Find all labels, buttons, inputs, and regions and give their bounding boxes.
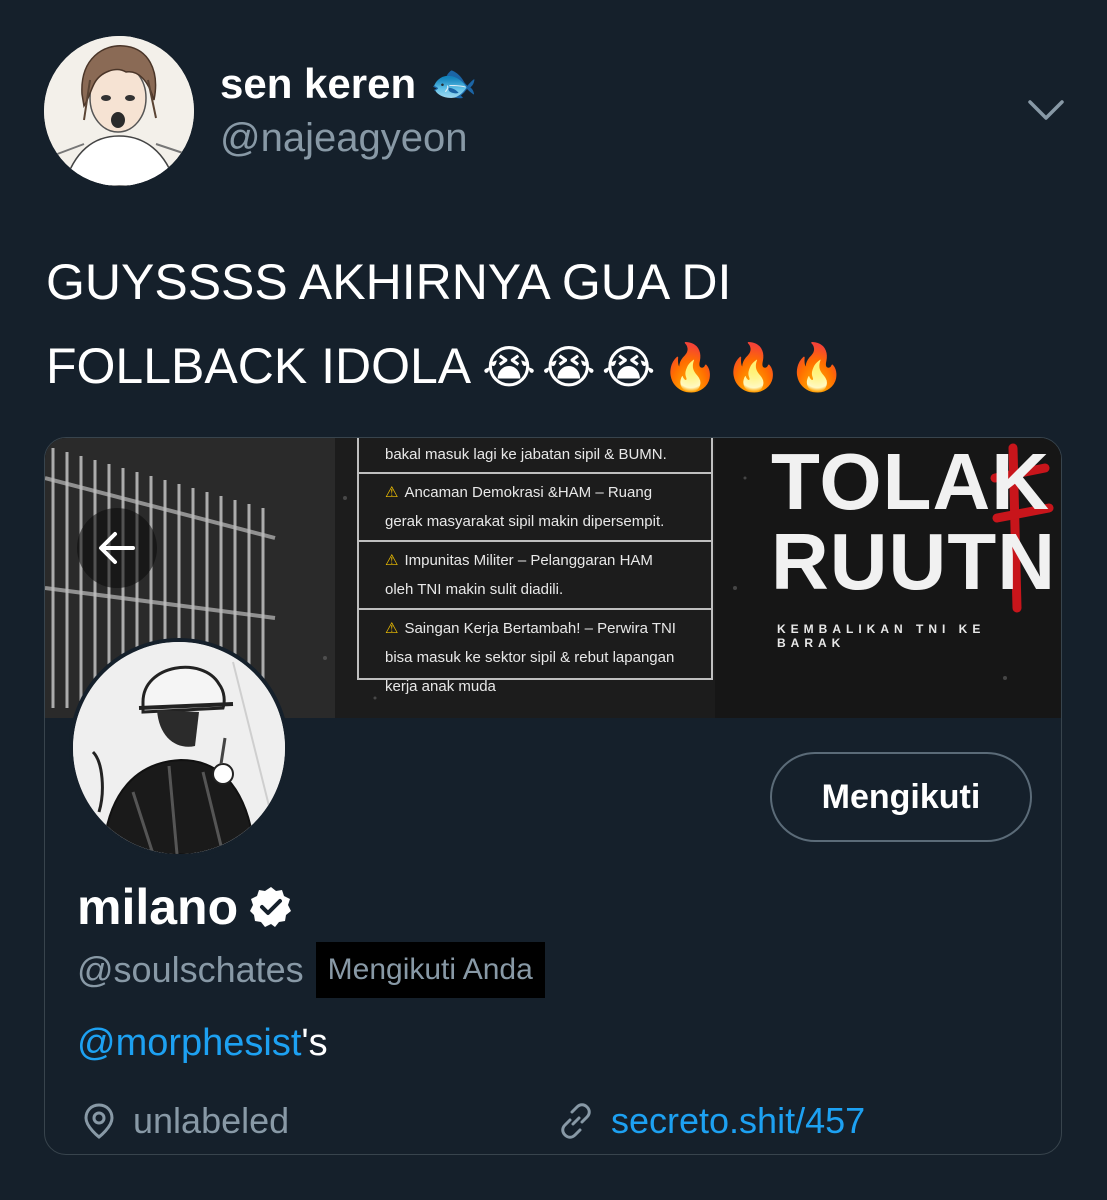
banner-title-line-1: TOLAK [771,438,1051,526]
author-name-text: sen keren [220,60,417,107]
tweet-text-line-1: GUYSSSS AKHIRNYA GUA DI [46,254,732,310]
banner-notice-item: ⚠ Saingan Kerja Bertambah! – Perwira TNI … [359,610,711,705]
profile-card[interactable]: bakal masuk lagi ke jabatan sipil & BUMN… [44,437,1062,1155]
location-pin-icon [84,1103,114,1139]
banner-notice-item: ⚠ Impunitas Militer – Pelanggaran HAM ole… [359,542,711,610]
tweet-emojis: 😭😭😭🔥🔥🔥 [482,341,852,393]
profile-website[interactable]: secreto.shit/457 [555,1100,865,1142]
following-button[interactable]: Mengikuti [770,752,1032,842]
banner-notice-line: bisa masuk ke sektor sipil & rebut lapan… [385,649,675,666]
author-handle[interactable]: @najeagyeon [220,116,467,161]
banner-notice-line: gerak masyarakat sipil makin dipersempit… [385,513,665,530]
profile-name-text: milano [77,879,239,935]
tweet-text-line-2: FOLLBACK IDOLA 😭😭😭🔥🔥🔥 [46,324,1056,409]
banner-subtitle: KEMBALIKAN TNI KE BARAK [777,622,986,650]
back-arrow-icon [99,532,135,564]
profile-name: milano [77,878,294,936]
link-icon [561,1103,591,1139]
banner-notice-text: Ancaman Demokrasi &HAM – Ruang [404,484,653,501]
verified-badge-icon [250,887,292,927]
tweet-text-line-2-words: FOLLBACK IDOLA [46,338,469,394]
warning-icon: ⚠ [385,484,399,501]
fish-emoji: 🐟 [430,63,478,105]
warning-icon: ⚠ [385,552,399,569]
warning-icon: ⚠ [385,620,399,637]
banner-notice-line: ⚠ Saingan Kerja Bertambah! – Perwira TNI [385,614,711,643]
profile-location: unlabeled [79,1100,289,1142]
author-name[interactable]: sen keren 🐟 [220,60,477,108]
follows-you-badge: Mengikuti Anda [315,942,545,998]
banner-notice-text: Impunitas Militer – Pelanggaran HAM [404,552,653,569]
tweet-text: GUYSSSS AKHIRNYA GUA DI FOLLBACK IDOLA 😭… [46,240,1056,409]
author-avatar[interactable] [44,36,194,186]
banner-notice-item: ⚠ Ancaman Demokrasi &HAM – Ruang gerak ma… [359,474,711,542]
tweet-screen: sen keren 🐟 @najeagyeon GUYSSSS AKHIRNYA… [0,0,1107,1200]
profile-avatar[interactable] [69,638,289,858]
banner-notice-text: Saingan Kerja Bertambah! – Perwira TNI [404,620,676,637]
back-button[interactable] [77,508,157,588]
banner-notice-line: ⚠ Ancaman Demokrasi &HAM – Ruang [385,478,711,507]
banner-notice-line: kerja anak muda [385,678,496,695]
profile-avatar-illustration [73,642,285,854]
chevron-down-icon[interactable] [1024,92,1068,128]
profile-handle: @soulschates [77,949,304,990]
banner-title-line-2: RUUTNI [771,517,1061,606]
profile-handle-row: @soulschates Mengikuti Anda [77,942,545,998]
bio-mention-link[interactable]: @morphesist [77,1022,301,1064]
banner-notice-box: bakal masuk lagi ke jabatan sipil & BUMN… [357,438,713,695]
bio-suffix: 's [301,1022,328,1064]
profile-location-text: unlabeled [133,1100,290,1141]
profile-bio: @morphesist's [77,1022,328,1065]
banner-notice-line: oleh TNI makin sulit diadili. [385,581,564,598]
banner-notice-top: bakal masuk lagi ke jabatan sipil & BUMN… [359,438,711,474]
banner-title: TOLAK RUUTNI [771,442,1061,602]
banner-notice-line: ⚠ Impunitas Militer – Pelanggaran HAM [385,546,711,575]
profile-website-text[interactable]: secreto.shit/457 [611,1100,865,1142]
author-avatar-illustration [44,36,194,186]
